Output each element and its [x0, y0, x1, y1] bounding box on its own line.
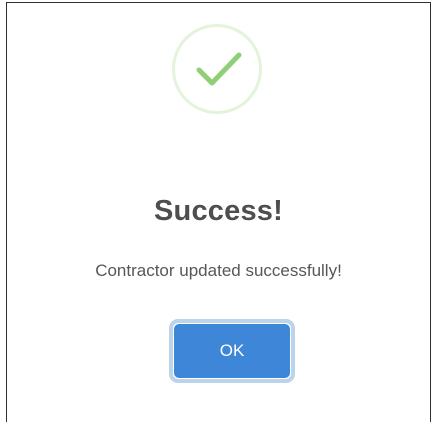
check-icon [196, 52, 242, 86]
dialog-title: Success! [154, 195, 283, 227]
ok-button-label: OK [174, 324, 290, 378]
ok-button[interactable]: OK [169, 319, 295, 383]
success-dialog: Success! Contractor updated successfully… [6, 2, 431, 422]
success-icon-ring [172, 24, 262, 114]
dialog-message: Contractor updated successfully! [95, 261, 342, 280]
